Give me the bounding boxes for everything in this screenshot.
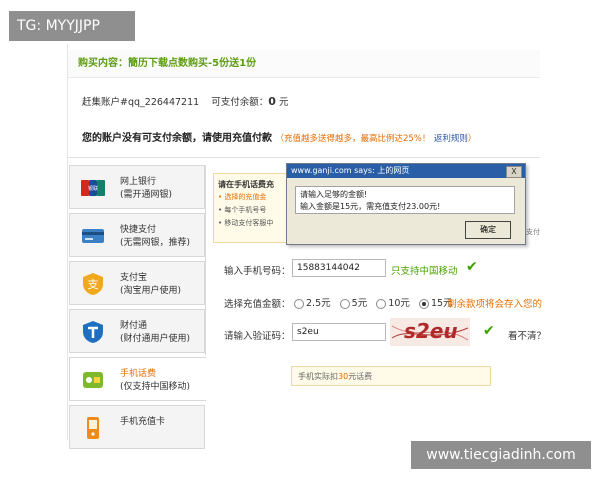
method-sublabel: (仅支持中国移动): [120, 382, 191, 392]
captcha-valid-check-icon: ✔: [483, 323, 495, 339]
method-label: 手机话费: [120, 369, 157, 379]
phone-card-icon: [87, 417, 99, 439]
alert-dialog: www.ganji.com says: 上的网页 X 请输入足够的金额! 输入金…: [286, 163, 526, 245]
mobile-recharge-info: 请在手机话费充 • 选择的充值金 • 每个手机号号 • 移动支付客服中: [213, 173, 288, 243]
tenpay-icon: [83, 321, 103, 343]
method-sublabel: (无需网银，推荐): [120, 238, 191, 248]
svg-text:支: 支: [88, 278, 99, 291]
svg-text:银联: 银联: [88, 185, 98, 192]
top-watermark: TG: MYYJJPP: [9, 11, 135, 41]
info-line: • 每个手机号号: [218, 206, 267, 214]
amount-option[interactable]: 10元: [376, 298, 410, 309]
method-sublabel: (财付通用户使用): [120, 334, 191, 344]
radio-button-selected[interactable]: [418, 298, 429, 309]
dialog-ok-button[interactable]: 确定: [465, 221, 511, 239]
method-label: 快捷支付: [120, 225, 157, 235]
method-phone-card[interactable]: 手机充值卡: [69, 405, 205, 449]
dialog-close-button[interactable]: X: [506, 166, 522, 178]
method-quick-pay[interactable]: 快捷支付 (无需网银，推荐): [69, 213, 205, 257]
dialog-line: 请输入足够的金额!: [300, 190, 368, 199]
phone-number-input[interactable]: [292, 259, 386, 277]
note-amount: 30: [338, 372, 349, 381]
no-balance-notice: 您的账户没有可支付余额，请使用充值付款 （充值越多送得越多，最高比例达25%！ …: [82, 129, 476, 144]
info-line: • 移动支付客服中: [218, 219, 274, 227]
method-sublabel: (淘宝用户使用): [120, 286, 182, 296]
amount-options: 2.5元 5元 10元 15元: [294, 295, 453, 309]
dialog-message: 请输入足够的金额! 输入金额是15元，需充值支付23.00元!: [295, 186, 515, 214]
dialog-line: 输入金额是15元，需充值支付23.00元!: [300, 202, 441, 211]
captcha-refresh-link[interactable]: 看不清？: [508, 328, 546, 342]
method-mobile-bill[interactable]: 手机话费 (仅支持中国移动): [69, 357, 206, 401]
content-border: [205, 165, 206, 355]
method-tenpay[interactable]: 财付通 (财付通用户使用): [69, 309, 205, 353]
method-sublabel: (需开通网银): [120, 190, 173, 200]
account-info: 赶集账户#qq_226447211 可支付余额：0 元: [82, 94, 288, 108]
deduction-note: 手机实际扣30元话费: [291, 366, 491, 386]
method-label: 财付通: [120, 321, 148, 331]
divider: [68, 157, 540, 158]
mobile-pay-icon: [83, 372, 103, 388]
alipay-icon: 支: [83, 273, 103, 295]
captcha-image[interactable]: s2eu: [390, 318, 470, 346]
phone-valid-check-icon: ✔: [466, 259, 478, 275]
captcha-input[interactable]: [292, 323, 386, 341]
amount-label: 选择充值金额：: [224, 299, 291, 310]
card-icon: [82, 229, 104, 243]
captcha-label: 请输入验证码：: [224, 331, 291, 342]
balance-unit: 元: [278, 97, 289, 108]
info-title: 请在手机话费充: [218, 180, 274, 189]
purchase-content-bar: 购买内容：簡历下载点数购买-5份送1份: [68, 50, 540, 78]
method-label: 支付宝: [120, 273, 148, 283]
radio-button[interactable]: [376, 298, 387, 309]
info-line: • 选择的充值金: [218, 193, 267, 201]
amount-note: 剩余款项将会存入您的: [447, 299, 543, 310]
method-label: 网上银行: [120, 177, 157, 187]
bottom-watermark: www.tiecgiadinh.com: [411, 441, 591, 469]
note-suffix: 元话费: [348, 372, 373, 381]
hint-end: ）: [467, 134, 477, 144]
account-label: 赶集账户#qq_226447211: [82, 97, 200, 108]
phone-label: 输入手机号码：: [224, 266, 291, 277]
balance-label: 可支付余额：: [211, 97, 269, 108]
captcha-text: s2eu: [404, 319, 458, 343]
info-right-text: 支付: [526, 228, 540, 236]
notice-main: 您的账户没有可支付余额，请使用充值付款: [82, 133, 272, 144]
radio-button[interactable]: [294, 298, 304, 309]
amount-option[interactable]: 2.5元: [294, 298, 331, 309]
note-prefix: 手机实际扣: [298, 372, 338, 381]
method-label: 手机充值卡: [120, 417, 166, 427]
phone-note: 只支持中国移动: [391, 266, 458, 277]
radio-button[interactable]: [339, 298, 350, 309]
unionpay-icon: 银联: [81, 180, 105, 196]
amount-option[interactable]: 5元: [339, 298, 367, 309]
method-alipay[interactable]: 支 支付宝 (淘宝用户使用): [69, 261, 205, 305]
method-online-bank[interactable]: 银联 网上银行 (需开通网银): [69, 165, 205, 209]
recharge-hint: （充值越多送得越多，最高比例达25%！: [275, 134, 431, 144]
dialog-title: www.ganji.com says: 上的网页: [287, 164, 525, 178]
balance-value: 0: [268, 95, 276, 108]
rebate-rules-link[interactable]: 返利规则: [434, 134, 468, 144]
